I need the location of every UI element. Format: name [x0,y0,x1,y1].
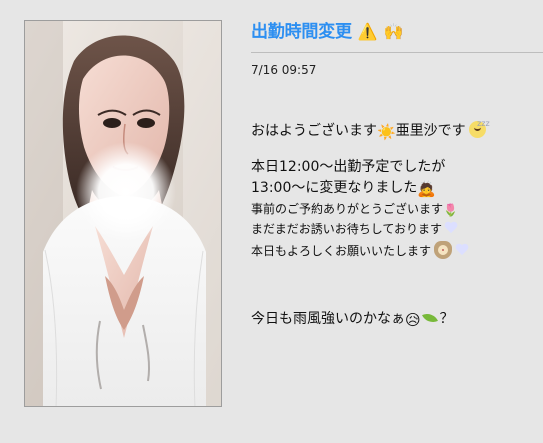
profile-photo [24,20,222,407]
schedule-change-text: 13:00〜に変更なりました [251,180,418,196]
regards-text: 本日もよろしくお願いいたします [251,244,432,258]
body-line-4: 事前のご予約ありがとうございます🌷 [251,199,543,219]
post-content: 出勤時間変更 ⚠️ 🙌 7/16 09:57 おはようございます☀️亜里沙です z… [251,22,543,330]
thanks-text: 事前のご予約ありがとうございます [251,202,444,216]
pale-heart-icon [444,222,458,234]
body-line-2: 本日12:00〜出勤予定でしたが [251,159,446,175]
post-body: おはようございます☀️亜里沙です zzz 本日12:00〜出勤予定でしたが 13:… [251,119,543,330]
tulip-icon: 🌷 [443,203,458,217]
post-title: 出勤時間変更 [251,22,352,42]
leaf-icon [421,310,438,326]
sun-icon: ☀️ [377,123,396,141]
body-line-7: 今日も雨風強いのかなぁ😥 ？ [251,309,543,330]
bowing-person-icon: 🙇 [417,180,437,198]
body-line-1: おはようございます☀️亜里沙です zzz [251,119,543,142]
weather-text: 今日も雨風強いのかなぁ [251,311,405,327]
worried-face-icon: 😥 [405,311,421,329]
post-timestamp: 7/16 09:57 [251,63,317,77]
raised-hands-icon: 🙌 [383,22,404,41]
zzz-icon: zzz [477,119,490,128]
post-title-row: 出勤時間変更 ⚠️ 🙌 [251,22,543,42]
greeting-text: おはようございます [251,123,377,139]
warning-icon: ⚠️ [357,22,378,41]
name-text: 亜里沙です [395,123,466,139]
body-line-5: まだまだお誘いお待ちしております [251,219,543,239]
question-mark: ？ [439,311,454,327]
sleepy-face-icon: zzz [468,119,490,138]
body-line-3: 13:00〜に変更なりました🙇 [251,178,543,199]
waiting-text: まだまだお誘いお待ちしております [251,222,443,236]
body-line-6: 本日もよろしくお願いいたします [251,239,543,261]
portrait-image [25,21,221,406]
pale-heart-icon-2 [455,244,469,256]
hedgehog-icon [433,239,453,259]
title-divider [251,52,543,53]
